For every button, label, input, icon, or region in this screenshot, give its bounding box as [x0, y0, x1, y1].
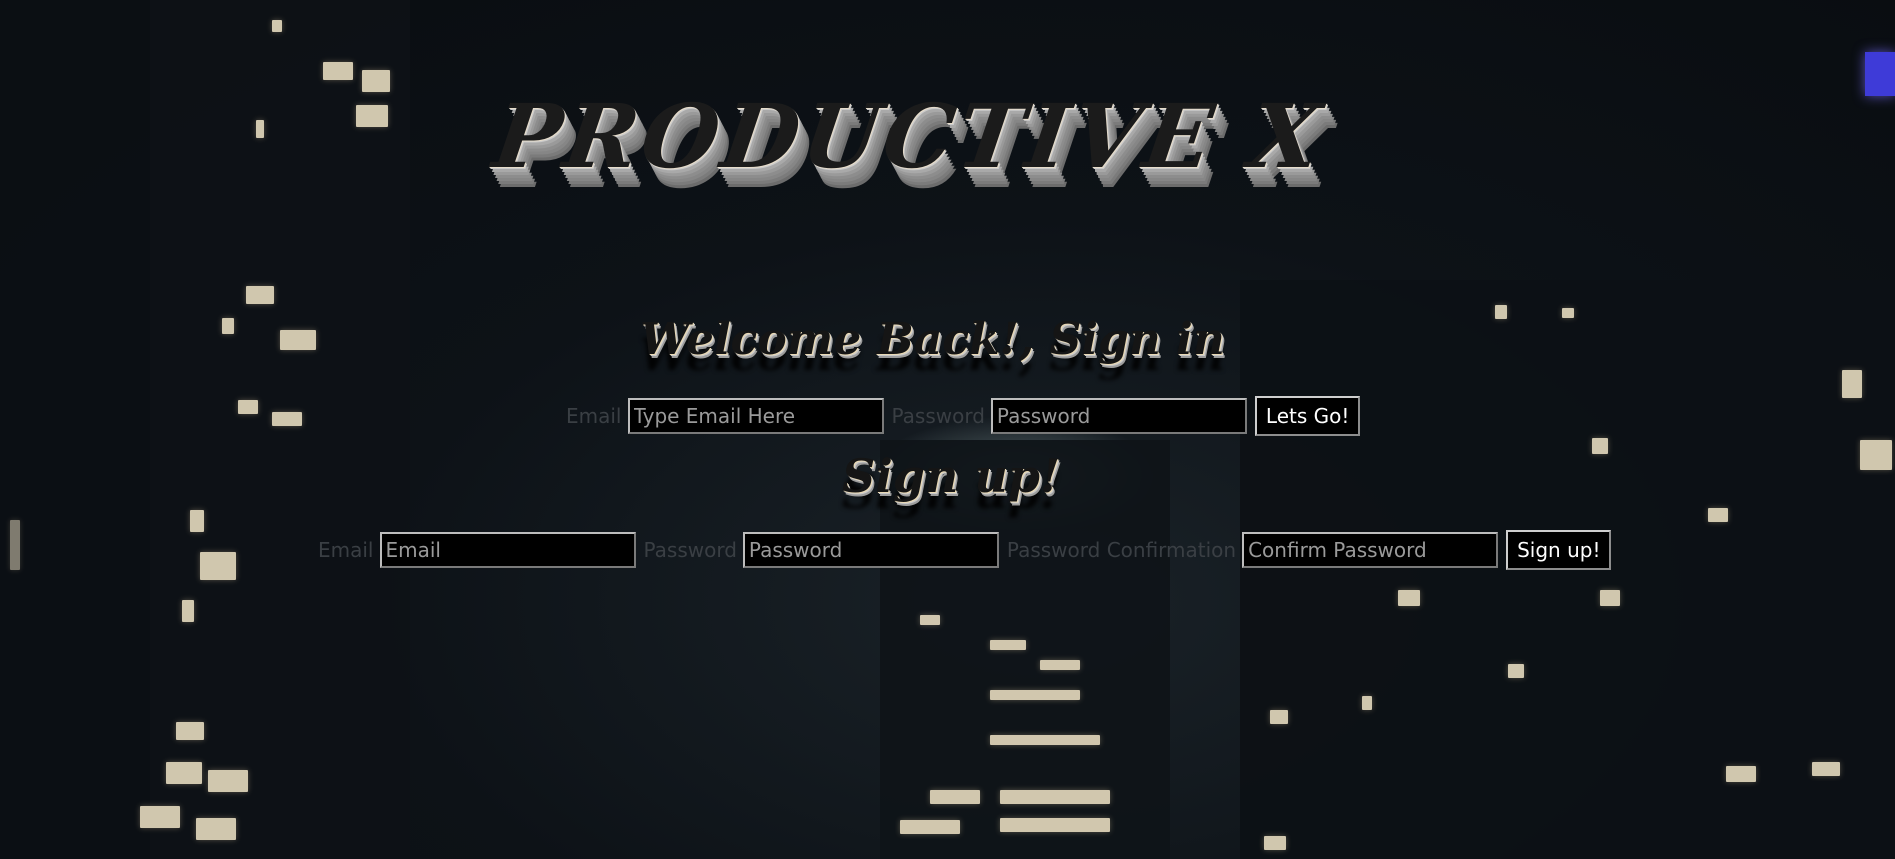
- window-light: [1264, 836, 1286, 850]
- window-light: [272, 412, 302, 426]
- signup-confirm-input[interactable]: [1242, 532, 1499, 568]
- window-light: [196, 818, 236, 840]
- window-light: [1398, 590, 1420, 606]
- window-light: [900, 820, 960, 834]
- window-light: [1592, 438, 1608, 454]
- logo: PRODUCTIVE X: [487, 84, 1331, 188]
- signin-email-input[interactable]: [627, 398, 884, 434]
- window-light: [1362, 696, 1372, 710]
- window-light: [1842, 370, 1862, 398]
- signin-password-input[interactable]: [990, 398, 1247, 434]
- window-light: [1708, 508, 1728, 522]
- window-light: [990, 735, 1100, 745]
- window-light: [1040, 660, 1080, 670]
- window-light: [222, 318, 234, 334]
- window-light: [280, 330, 316, 350]
- window-light: [1000, 790, 1110, 804]
- signup-password-input[interactable]: [742, 532, 999, 568]
- window-light: [190, 510, 204, 532]
- window-light: [1000, 818, 1110, 832]
- window-light: [1495, 305, 1507, 319]
- signup-confirm-label: Password Confirmation: [1006, 538, 1237, 562]
- window-light: [176, 722, 204, 740]
- window-light: [362, 70, 390, 92]
- background-tower: [0, 0, 170, 859]
- signin-form: Email Password Lets Go!: [566, 396, 1361, 436]
- window-light: [1562, 308, 1574, 318]
- window-light: [1508, 664, 1524, 678]
- window-light: [1726, 766, 1756, 782]
- window-light: [1600, 590, 1620, 606]
- signup-submit-button[interactable]: Sign up!: [1506, 530, 1612, 570]
- window-light: [200, 552, 236, 580]
- window-light: [10, 520, 20, 570]
- window-light: [1812, 762, 1840, 776]
- window-light: [140, 806, 180, 828]
- page: PRODUCTIVE X Welcome Back!, Sign in Emai…: [0, 0, 1895, 859]
- window-light: [166, 762, 202, 784]
- signup-email-label: Email: [318, 538, 374, 562]
- window-light: [182, 600, 194, 622]
- window-light: [272, 20, 282, 32]
- signup-password-label: Password: [643, 538, 737, 562]
- signin-heading: Welcome Back!, Sign in: [640, 314, 1225, 365]
- window-light: [246, 286, 274, 304]
- window-light: [208, 770, 248, 792]
- window-light: [990, 690, 1080, 700]
- window-light: [920, 615, 940, 625]
- window-light: [238, 400, 258, 414]
- window-light: [256, 120, 264, 138]
- signin-password-label: Password: [891, 404, 985, 428]
- window-light: [1860, 440, 1892, 470]
- window-light: [990, 640, 1026, 650]
- signup-heading: Sign up!: [842, 449, 1061, 503]
- window-light: [356, 105, 388, 127]
- signup-form: Email Password Password Confirmation Sig…: [318, 530, 1612, 570]
- window-light: [1270, 710, 1288, 724]
- signin-email-label: Email: [566, 404, 622, 428]
- blue-building-sign: [1865, 52, 1895, 96]
- signup-email-input[interactable]: [379, 532, 636, 568]
- window-light: [930, 790, 980, 804]
- signin-submit-button[interactable]: Lets Go!: [1254, 396, 1361, 436]
- window-light: [323, 62, 353, 80]
